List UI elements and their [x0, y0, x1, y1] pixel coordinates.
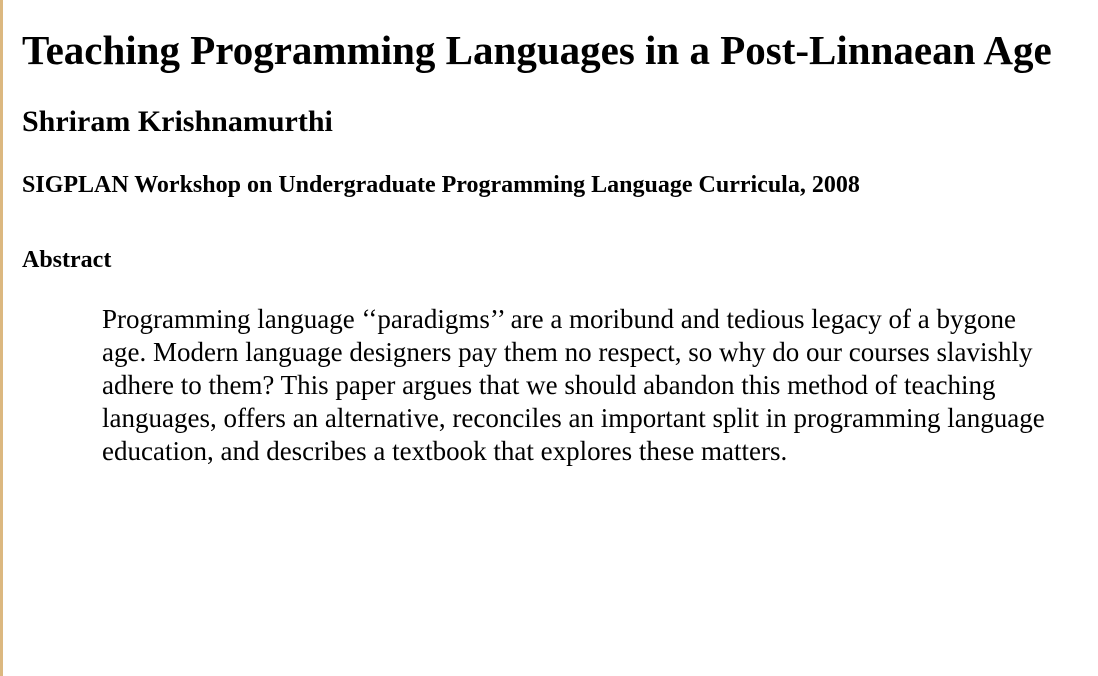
abstract-text: Programming language ‘‘paradigms’’ are a…	[102, 304, 1045, 466]
left-border-rule	[0, 0, 3, 676]
document-page: Teaching Programming Languages in a Post…	[22, 0, 1082, 468]
abstract-heading: Abstract	[22, 247, 112, 273]
page-title: Teaching Programming Languages in a Post…	[22, 27, 1052, 73]
publication-venue: SIGPLAN Workshop on Undergraduate Progra…	[22, 172, 860, 198]
author-name: Shriram Krishnamurthi	[22, 105, 333, 138]
